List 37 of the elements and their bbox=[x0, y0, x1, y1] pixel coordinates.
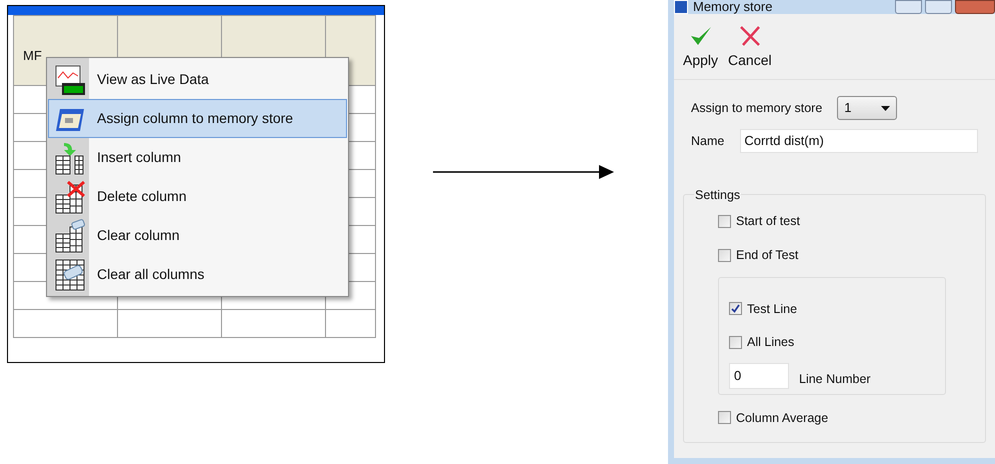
cancel-button[interactable]: Cancel bbox=[728, 24, 772, 71]
checkbox[interactable] bbox=[729, 336, 742, 350]
close-button[interactable] bbox=[955, 0, 995, 14]
dropdown-arrow-icon bbox=[881, 106, 890, 110]
eraser-grid-icon bbox=[54, 258, 86, 292]
line-number-field[interactable]: 0 bbox=[729, 363, 789, 389]
checkbox-label: Start of test bbox=[736, 213, 800, 230]
minimize-button[interactable] bbox=[895, 0, 922, 14]
menu-item[interactable]: Assign column to memory store bbox=[48, 99, 347, 138]
field-label: Line Number bbox=[799, 371, 871, 388]
checkbox-label: Column Average bbox=[736, 410, 828, 427]
checkbox-label: All Lines bbox=[747, 334, 794, 352]
checkbox[interactable] bbox=[718, 214, 731, 228]
checkbox-label: Test Line bbox=[747, 300, 798, 318]
insert-column-icon bbox=[54, 140, 86, 174]
apply-button[interactable]: Apply bbox=[683, 24, 718, 71]
name-field[interactable]: Corrtd dist(m) bbox=[740, 129, 978, 153]
memory-store-dropdown[interactable]: 1 bbox=[837, 96, 898, 120]
checkbox[interactable] bbox=[718, 411, 731, 424]
menu-item[interactable]: Delete column bbox=[48, 177, 347, 216]
eraser-column-icon bbox=[54, 218, 86, 252]
checkmark-icon bbox=[731, 304, 740, 314]
close-icon bbox=[738, 24, 762, 48]
checkbox[interactable] bbox=[729, 302, 742, 316]
field-label: Name bbox=[691, 132, 724, 150]
checkbox-label: End of Test bbox=[736, 246, 798, 264]
delete-column-icon bbox=[54, 180, 86, 214]
menu-item[interactable]: Clear column bbox=[48, 216, 347, 255]
app-icon bbox=[674, 0, 688, 14]
checkbox[interactable] bbox=[718, 248, 731, 262]
menu-item[interactable]: Clear all columns bbox=[48, 255, 347, 294]
menu-item[interactable]: Insert column bbox=[48, 138, 347, 177]
field-label: Assign to memory store bbox=[691, 100, 822, 117]
window-title: Memory store bbox=[693, 0, 772, 14]
chart-clock-icon bbox=[54, 64, 86, 96]
maximize-button[interactable] bbox=[925, 0, 952, 14]
table-cell bbox=[325, 309, 376, 338]
